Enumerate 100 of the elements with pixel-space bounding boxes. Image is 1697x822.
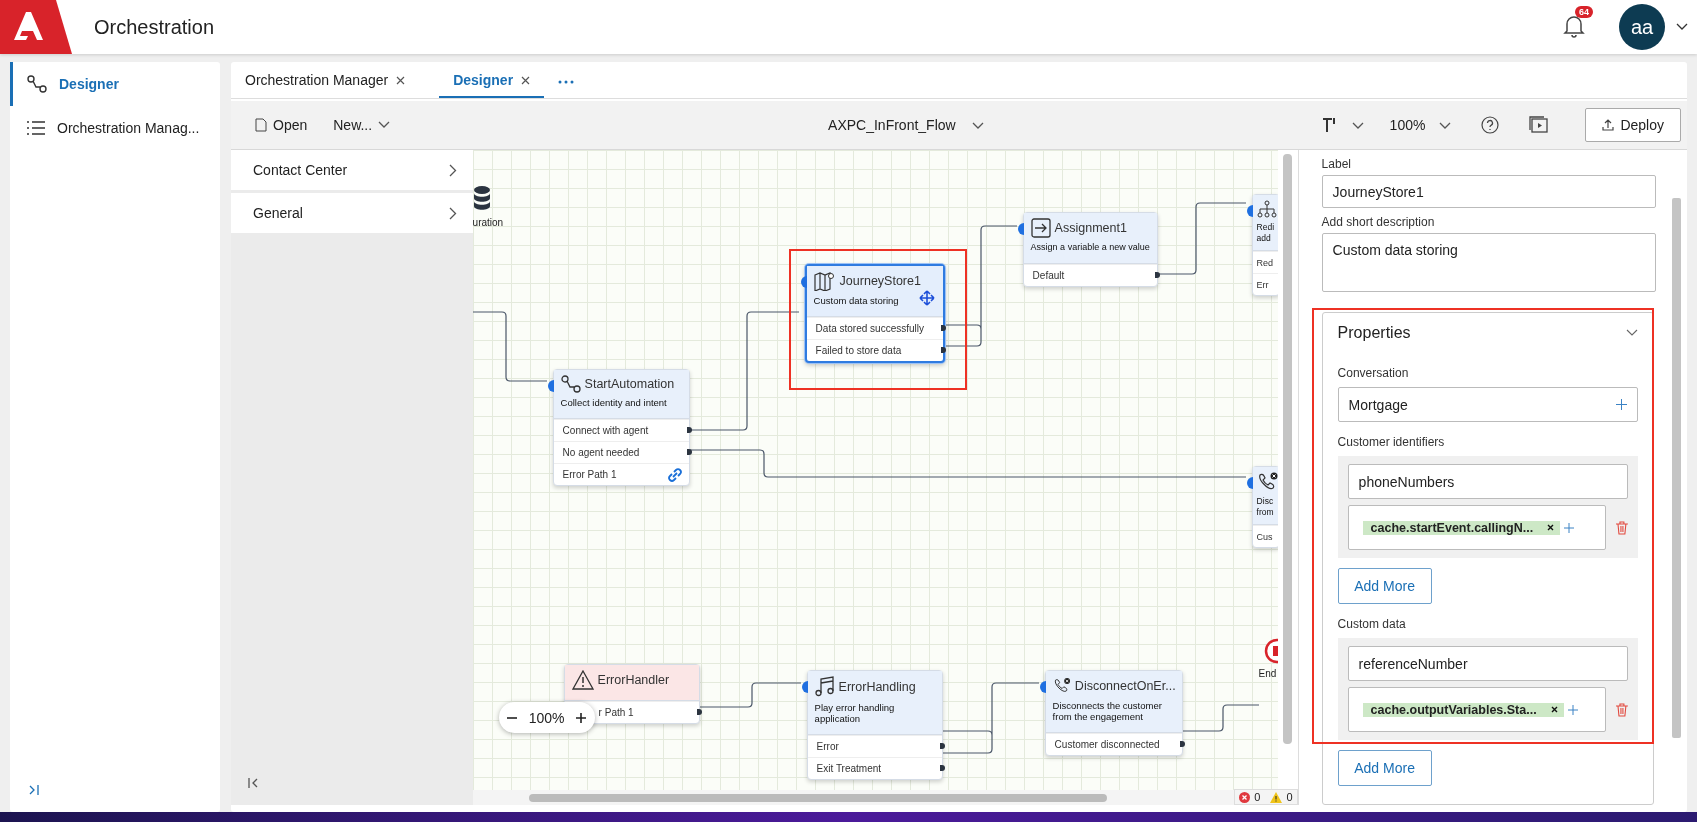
- chevron-right-icon: [448, 163, 457, 177]
- output-port[interactable]: [939, 743, 945, 749]
- input-port[interactable]: [1246, 205, 1254, 217]
- expand-sidebar-icon[interactable]: [28, 784, 40, 796]
- open-button[interactable]: Open: [249, 113, 314, 137]
- input-field[interactable]: phoneNumbers: [1347, 464, 1628, 499]
- flow-node[interactable]: ErrorHandler r Path 1: [563, 664, 700, 724]
- output-port[interactable]: [940, 325, 946, 331]
- chevron-down-icon: [1439, 122, 1452, 130]
- chevron-down-icon: [971, 122, 984, 130]
- sidebar-item[interactable]: Orchestration Manag...: [10, 106, 220, 150]
- node-description: from: [1256, 507, 1274, 518]
- node-description: Collect identity and intent: [560, 397, 667, 408]
- node-description: Redi: [1256, 222, 1275, 233]
- input-field[interactable]: Mortgage: [1337, 387, 1638, 422]
- file-icon: [255, 118, 267, 132]
- input-port[interactable]: [1039, 681, 1047, 693]
- node-output: Data stored successfully: [815, 323, 924, 334]
- chevron-down-icon[interactable]: [1625, 329, 1638, 337]
- node-output: Customer disconnected: [1054, 739, 1160, 750]
- field-label: Conversation: [1337, 366, 1410, 380]
- output-port[interactable]: [940, 347, 946, 353]
- chevron-down-icon: [378, 121, 391, 129]
- close-icon[interactable]: [521, 75, 531, 85]
- node-description: Assign a variable a new value: [1030, 242, 1150, 253]
- section-title: Properties: [1337, 324, 1411, 342]
- node-output: Err: [1256, 279, 1269, 290]
- sidebar-item[interactable]: Designer: [10, 62, 220, 106]
- trash-icon[interactable]: [1615, 702, 1628, 717]
- field-label: Label: [1321, 157, 1352, 171]
- field-label: Customer identifiers: [1337, 435, 1446, 449]
- music-note-icon: [814, 676, 835, 698]
- node-title: JourneyStore1: [839, 274, 921, 288]
- tag-field[interactable]: cache.outputVariables.Sta...: [1347, 687, 1606, 732]
- node-title: Assignment1: [1054, 221, 1127, 235]
- scrollbar[interactable]: [1283, 154, 1293, 744]
- output-port[interactable]: [939, 765, 945, 771]
- bell-icon[interactable]: [1563, 14, 1585, 38]
- node-output: Red: [1256, 257, 1274, 268]
- map-pin-icon: [813, 271, 836, 291]
- input-port[interactable]: [1017, 223, 1025, 235]
- node-title: DisconnectOnEr...: [1074, 679, 1176, 693]
- trash-icon[interactable]: [1615, 520, 1628, 535]
- move-icon[interactable]: [918, 290, 935, 306]
- text-area[interactable]: Custom data storing: [1321, 233, 1656, 292]
- input-field[interactable]: JourneyStore1: [1321, 175, 1656, 209]
- input-port[interactable]: [801, 681, 809, 693]
- link-icon[interactable]: [666, 467, 683, 482]
- close-icon[interactable]: [396, 75, 406, 85]
- scrollbar[interactable]: [528, 793, 1107, 802]
- output-port[interactable]: [686, 427, 692, 433]
- tab[interactable]: Designer: [439, 72, 545, 98]
- node-description: Play error handling application: [814, 702, 896, 724]
- input-port[interactable]: [1246, 477, 1254, 489]
- tab[interactable]: Orchestration Manager: [245, 72, 420, 98]
- plus-icon[interactable]: [1615, 399, 1627, 410]
- output-port[interactable]: [696, 709, 702, 715]
- palette-category[interactable]: General: [231, 193, 473, 233]
- node-output: No agent needed: [562, 447, 640, 458]
- notification-badge: 64: [1575, 6, 1593, 18]
- close-icon[interactable]: [1550, 706, 1558, 713]
- plus-icon[interactable]: [1564, 522, 1575, 533]
- tag-chip: cache.outputVariables.Sta...: [1362, 702, 1564, 717]
- add-more-button[interactable]: Add More: [1337, 568, 1432, 604]
- collapse-panel-icon[interactable]: [247, 777, 259, 789]
- node-output: Failed to store data: [815, 345, 902, 356]
- tag-chip: cache.startEvent.callingN...: [1362, 520, 1561, 535]
- output-port[interactable]: [1154, 272, 1160, 278]
- input-port[interactable]: [800, 276, 808, 288]
- user-avatar[interactable]: aa: [1619, 4, 1665, 50]
- node-description: Custom data storing: [813, 295, 899, 306]
- zoom-level: 100%: [528, 709, 565, 726]
- chevron-right-icon: [448, 206, 457, 220]
- scrollbar[interactable]: [1672, 198, 1681, 738]
- tag-field[interactable]: cache.startEvent.callingN...: [1347, 505, 1606, 550]
- input-port[interactable]: [547, 380, 555, 392]
- zoom-dropdown[interactable]: 100%: [1383, 113, 1458, 137]
- flow-node[interactable]: JourneyStore1 Custom data storing Data stored successfully Failed to store data: [804, 264, 945, 363]
- node-output: r Path 1: [598, 707, 634, 718]
- node-output: Default: [1032, 270, 1065, 281]
- node-title: StartAutomation: [584, 377, 675, 391]
- flow-name-dropdown[interactable]: AXPC_InFront_Flow: [822, 113, 990, 137]
- close-icon[interactable]: [1547, 524, 1555, 531]
- plus-icon[interactable]: [1567, 704, 1578, 715]
- output-port[interactable]: [686, 449, 692, 455]
- palette-category[interactable]: Contact Center: [231, 150, 473, 190]
- input-field[interactable]: referenceNumber: [1347, 646, 1628, 681]
- help-icon[interactable]: [1481, 116, 1500, 134]
- field-label: Custom data: [1337, 617, 1407, 631]
- node-description: Disc: [1256, 496, 1274, 507]
- more-icon[interactable]: [558, 80, 575, 84]
- node-output: Connect with agent: [562, 425, 649, 436]
- upload-icon: [1602, 119, 1615, 131]
- warning-icon: [1270, 791, 1283, 803]
- output-port[interactable]: [1179, 741, 1185, 747]
- new-menu-button[interactable]: New...: [327, 113, 397, 137]
- add-more-button[interactable]: Add More: [1337, 750, 1432, 786]
- preview-icon[interactable]: [1529, 116, 1550, 134]
- deploy-button[interactable]: Deploy: [1585, 108, 1681, 142]
- database-icon: [472, 185, 491, 213]
